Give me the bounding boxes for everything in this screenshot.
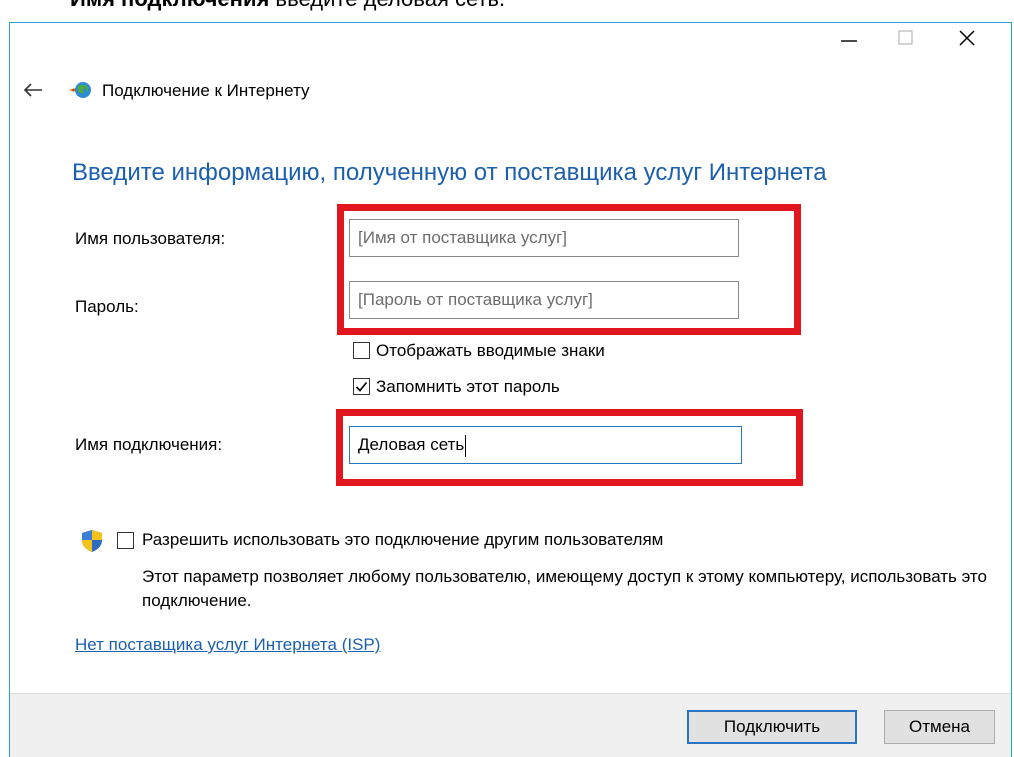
page-heading: Введите информацию, полученную от постав… [72,159,827,186]
allow-others-checkbox[interactable] [117,532,134,549]
remember-password-label: Запомнить этот пароль [376,377,560,396]
password-label: Пароль: [75,297,139,316]
username-input[interactable] [349,219,739,257]
no-isp-link[interactable]: Нет поставщика услуг Интернета (ISP) [75,635,380,655]
nav-title: Подключение к Интернету [102,81,310,100]
nav-row: Подключение к Интернету [10,75,1011,105]
password-input[interactable] [349,281,739,319]
instruction-bold: Имя подключения [70,0,269,11]
close-button[interactable] [944,23,990,53]
checkmark-icon [355,381,368,392]
internet-connection-icon [69,82,91,98]
connection-name-label: Имя подключения: [75,435,223,454]
username-label: Имя пользователя: [75,229,226,248]
uac-shield-icon [82,530,102,552]
remember-password-checkbox[interactable] [353,378,370,395]
close-icon [959,30,975,46]
allow-others-description: Этот параметр позволяет любому пользоват… [142,567,987,610]
instruction-rest: введите деловая сеть. [269,0,505,11]
instruction-text: Имя подключения введите деловая сеть. [70,0,505,12]
maximize-button[interactable] [883,23,929,53]
cancel-button[interactable]: Отмена [884,710,995,744]
minimize-icon [841,40,857,42]
connection-name-value: Деловая сеть [358,435,465,454]
minimize-button[interactable] [826,23,872,53]
connection-name-input[interactable]: Деловая сеть [349,426,742,464]
show-chars-checkbox[interactable] [353,342,370,359]
dialog-footer: Подключить Отмена [10,693,1011,757]
dialog-window: Подключение к Интернету Введите информац… [9,22,1012,757]
connect-button[interactable]: Подключить [687,710,857,744]
text-caret [465,434,467,457]
back-arrow-icon[interactable] [22,79,44,101]
maximize-icon [898,30,913,45]
show-chars-label: Отображать вводимые знаки [376,341,605,360]
allow-others-label: Разрешить использовать это подключение д… [142,530,664,549]
page: Имя подключения введите деловая сеть. [0,0,1014,757]
